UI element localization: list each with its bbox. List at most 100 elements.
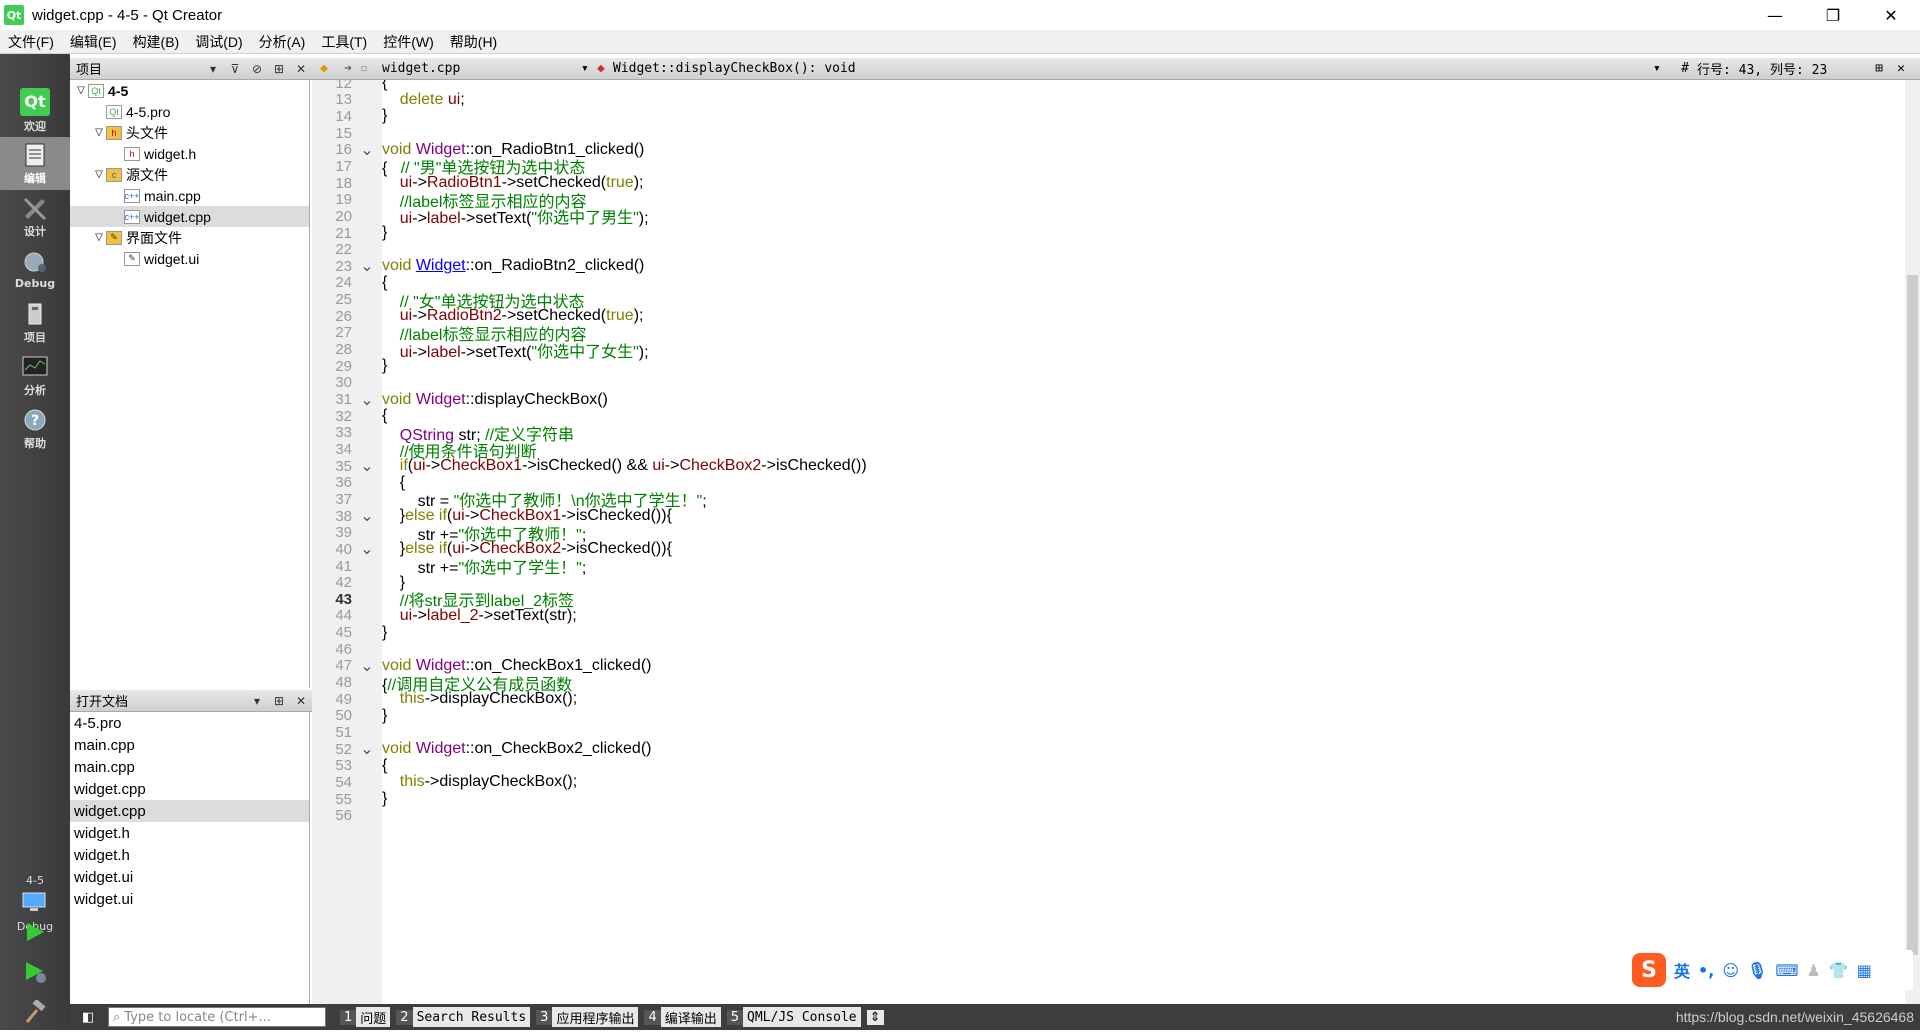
dropdown-arrow-icon[interactable]: ▾: [202, 62, 224, 76]
qt-logo-icon: Qt: [4, 5, 24, 25]
filter-icon[interactable]: ⊽: [224, 62, 246, 76]
file-selector[interactable]: widget.cpp: [376, 61, 581, 76]
open-doc-item[interactable]: 4-5.pro: [70, 712, 309, 734]
code-token: true: [606, 307, 634, 325]
output-tab[interactable]: 2 Search Results: [396, 1007, 531, 1027]
menu-analyze[interactable]: 分析(A): [251, 32, 314, 52]
project-panel-header: 项目 ▾ ⊽ ⊘ ⊞ ✕: [70, 58, 312, 80]
back-arrow-icon[interactable]: ◆: [312, 61, 336, 76]
code-token: delete: [399, 90, 444, 108]
output-tab[interactable]: 1 问题: [340, 1007, 391, 1027]
menu-controls[interactable]: 控件(W): [375, 32, 442, 52]
run-button[interactable]: [0, 912, 70, 952]
tree-item[interactable]: ▽ c 源文件: [70, 164, 309, 185]
code-token: ::on_CheckBox2_clicked(): [465, 740, 652, 758]
expand-arrow-icon[interactable]: ▽: [74, 85, 88, 96]
dropdown-arrow-icon[interactable]: ▾: [1653, 61, 1673, 76]
mode-welcome[interactable]: Qt 欢迎: [0, 84, 70, 137]
tree-item-label: 4-5: [108, 82, 129, 99]
mode-bar: Qt 欢迎 编辑 设计 Debug 项目 分析 ? 帮助 4-5 Debug: [0, 54, 70, 1030]
symbol-selector[interactable]: Widget::displayCheckBox(): void: [613, 61, 1653, 76]
maximize-button[interactable]: ❐: [1804, 0, 1862, 30]
output-tab[interactable]: 4 编译输出: [644, 1007, 721, 1027]
tree-item[interactable]: Qt 4-5.pro: [70, 101, 309, 122]
expand-arrow-icon[interactable]: ▽: [92, 232, 106, 243]
tree-item[interactable]: ▽ ✎ 界面文件: [70, 227, 309, 248]
split-icon[interactable]: ⊞: [268, 694, 290, 708]
debug-run-button[interactable]: [0, 952, 70, 992]
open-doc-item[interactable]: main.cpp: [70, 756, 309, 778]
open-doc-item[interactable]: widget.h: [70, 844, 309, 866]
punctuation-icon[interactable]: •,: [1698, 961, 1714, 980]
user-icon[interactable]: ♟: [1806, 961, 1820, 980]
menu-help[interactable]: 帮助(H): [442, 32, 505, 52]
locate-input[interactable]: ⌕ Type to locate (Ctrl+...: [108, 1007, 326, 1027]
mode-design[interactable]: 设计: [0, 190, 70, 243]
open-doc-item[interactable]: widget.cpp: [70, 778, 309, 800]
open-doc-item[interactable]: main.cpp: [70, 734, 309, 756]
tree-item-label: widget.ui: [144, 250, 200, 267]
close-panel-icon[interactable]: ✕: [290, 62, 312, 76]
code-token: void: [382, 740, 412, 758]
menu-file[interactable]: 文件(F): [0, 32, 62, 52]
code-token: label_2: [426, 606, 479, 624]
mic-icon[interactable]: 🎙: [1747, 961, 1767, 980]
more-panes-icon[interactable]: ⇕: [866, 1009, 884, 1025]
open-doc-item[interactable]: widget.cpp: [70, 800, 309, 822]
design-icon: [20, 195, 50, 221]
skin-icon[interactable]: 👕: [1829, 961, 1849, 980]
menu-edit[interactable]: 编辑(E): [62, 32, 125, 52]
open-doc-item[interactable]: widget.h: [70, 822, 309, 844]
tree-item[interactable]: ▽ h 头文件: [70, 122, 309, 143]
lock-icon: ▫: [360, 61, 368, 76]
mode-project[interactable]: 项目: [0, 296, 70, 349]
tree-item[interactable]: c++ main.cpp: [70, 185, 309, 206]
open-doc-item[interactable]: widget.ui: [70, 888, 309, 910]
code-editor[interactable]: 12{13 delete ui; 14} 15 16 ⌄ void Widget::on_…: [312, 80, 1905, 1004]
tree-item[interactable]: c++ widget.cpp: [70, 206, 309, 227]
close-editor-icon[interactable]: ✕: [1891, 61, 1911, 76]
tree-item[interactable]: ▽ Qt 4-5: [70, 80, 309, 101]
mode-analyze[interactable]: 分析: [0, 349, 70, 402]
build-button[interactable]: [0, 992, 70, 1032]
menu-build[interactable]: 构建(B): [125, 32, 188, 52]
minimize-button[interactable]: —: [1746, 0, 1804, 30]
mode-label: 欢迎: [24, 119, 46, 133]
split-icon[interactable]: ⊞: [1867, 61, 1891, 76]
tree-item[interactable]: ✎ widget.ui: [70, 248, 309, 269]
grid-icon[interactable]: ▦: [1857, 961, 1872, 980]
split-icon[interactable]: ⊞: [268, 62, 290, 76]
link-icon[interactable]: ⊘: [246, 62, 268, 76]
mode-label: 设计: [24, 224, 46, 238]
emoji-icon[interactable]: ☺: [1722, 961, 1739, 980]
dropdown-arrow-icon[interactable]: ▾: [246, 694, 268, 708]
menu-debug[interactable]: 调试(D): [187, 32, 250, 52]
mode-edit[interactable]: 编辑: [0, 137, 70, 190]
close-panel-icon[interactable]: ✕: [290, 694, 312, 708]
mode-label: Debug: [14, 277, 56, 290]
tree-item[interactable]: h widget.h: [70, 143, 309, 164]
tree-item-label: widget.h: [144, 145, 197, 162]
run-icon: [27, 923, 44, 941]
toggle-sidebar-icon[interactable]: ◧: [82, 1010, 94, 1025]
expand-arrow-icon[interactable]: ▽: [92, 127, 106, 138]
output-tab[interactable]: 5 QML/JS Console: [726, 1007, 861, 1027]
mode-help[interactable]: ? 帮助: [0, 402, 70, 455]
forward-arrow-icon[interactable]: ➔: [336, 61, 360, 76]
mode-debug[interactable]: Debug: [0, 243, 70, 296]
ime-language[interactable]: 英: [1674, 958, 1690, 982]
expand-arrow-icon[interactable]: ▽: [92, 169, 106, 180]
sogou-ime-icon[interactable]: S: [1632, 953, 1666, 987]
dropdown-arrow-icon[interactable]: ▾: [581, 61, 597, 76]
svg-text:?: ?: [31, 413, 39, 429]
output-tab[interactable]: 3 应用程序输出: [536, 1007, 639, 1027]
editor-scrollbar[interactable]: [1905, 80, 1920, 1004]
scroll-thumb[interactable]: [1907, 275, 1918, 955]
menu-tools[interactable]: 工具(T): [313, 32, 375, 52]
open-doc-item[interactable]: widget.ui: [70, 866, 309, 888]
keyboard-icon[interactable]: ⌨: [1775, 961, 1798, 980]
close-button[interactable]: ✕: [1862, 0, 1920, 30]
symbol-icon: ◆: [597, 61, 605, 76]
